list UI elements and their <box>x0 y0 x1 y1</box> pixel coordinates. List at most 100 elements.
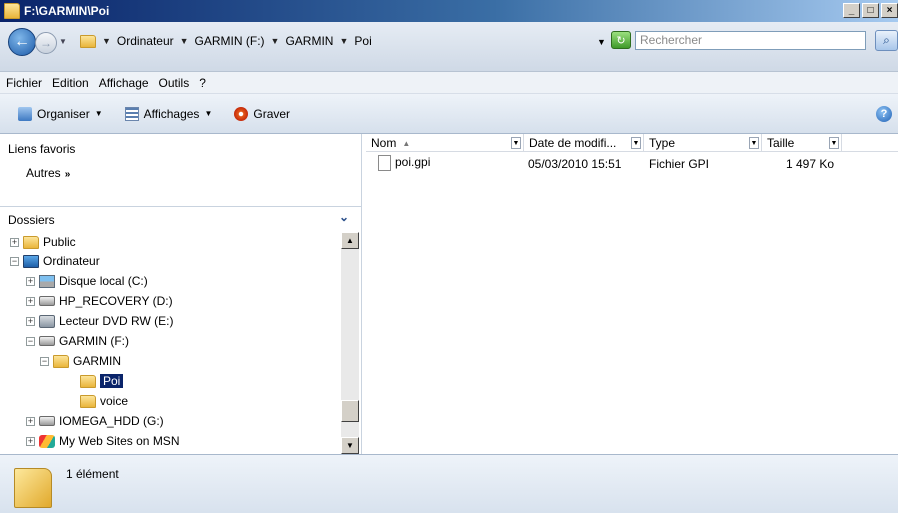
column-header-size[interactable]: Taille ▼ <box>762 134 842 152</box>
chevron-down-icon[interactable]: ▼ <box>511 137 521 149</box>
scroll-up-button[interactable]: ▲ <box>341 232 359 249</box>
tree-item-label: Disque local (C:) <box>59 274 148 288</box>
breadcrumb-item-computer[interactable]: Ordinateur <box>117 34 174 48</box>
menu-help[interactable]: ? <box>199 76 206 90</box>
folders-header[interactable]: Dossiers ⌄ <box>0 206 362 228</box>
collapse-icon[interactable]: − <box>10 256 19 266</box>
tree-item-label: Lecteur DVD RW (E:) <box>59 314 174 328</box>
collapse-icon[interactable]: − <box>40 356 49 366</box>
folder-icon <box>4 3 20 19</box>
scroll-down-button[interactable]: ▼ <box>341 437 359 454</box>
expand-icon[interactable]: + <box>26 296 35 306</box>
column-header-label: Date de modifi... <box>529 136 617 150</box>
folder-tree: + Public − Ordinateur + Disque local (C:… <box>0 232 340 454</box>
expand-icon[interactable]: + <box>26 276 35 286</box>
close-button[interactable]: × <box>881 3 898 18</box>
favorites-more-label: Autres <box>26 166 61 180</box>
folders-title: Dossiers <box>8 213 55 227</box>
favorites-title: Liens favoris <box>8 142 76 156</box>
views-icon <box>124 106 139 121</box>
scroll-thumb[interactable] <box>341 400 359 422</box>
chevron-down-icon[interactable]: ⌄ <box>339 210 349 224</box>
refresh-button[interactable]: ↻ <box>611 31 631 49</box>
expand-icon[interactable]: + <box>26 316 35 326</box>
forward-button[interactable]: → <box>35 32 57 54</box>
breadcrumb-item-drive[interactable]: GARMIN (F:) <box>195 34 265 48</box>
breadcrumb-item-poi[interactable]: Poi <box>354 34 371 48</box>
collapse-icon[interactable]: − <box>26 336 35 346</box>
tree-item-local-disk[interactable]: + Disque local (C:) <box>26 271 148 291</box>
tree-item-label: voice <box>100 394 129 408</box>
chevron-down-icon[interactable]: ▼ <box>749 137 759 149</box>
tree-item-garmin-folder[interactable]: − GARMIN <box>40 351 121 371</box>
expand-icon[interactable]: + <box>10 237 19 247</box>
folder-icon <box>80 394 96 408</box>
computer-icon <box>23 254 39 268</box>
chevron-down-icon[interactable]: ▼ <box>631 137 641 149</box>
search-input[interactable]: Rechercher <box>635 31 866 50</box>
tree-item-garmin-drive[interactable]: − GARMIN (F:) <box>26 331 129 351</box>
tree-item-dvd-drive[interactable]: + Lecteur DVD RW (E:) <box>26 311 173 331</box>
item-count: 1 élément <box>66 467 119 481</box>
folder-icon <box>14 468 52 508</box>
menu-view[interactable]: Affichage <box>99 76 149 90</box>
command-toolbar: Organiser ▼ Affichages ▼ Graver ? <box>0 94 898 134</box>
breadcrumb[interactable]: ▼ Ordinateur ▼ GARMIN (F:) ▼ GARMIN ▼ Po… <box>80 29 680 53</box>
tree-item-hp-recovery[interactable]: + HP_RECOVERY (D:) <box>26 291 173 311</box>
address-row: ← → ▼ ▼ Ordinateur ▼ GARMIN (F:) ▼ GARMI… <box>0 22 898 72</box>
details-pane: 1 élément <box>0 454 898 513</box>
window-title: F:\GARMIN\Poi <box>24 4 110 18</box>
drive-icon <box>39 296 55 306</box>
back-button[interactable]: ← <box>8 28 36 56</box>
chevron-down-icon[interactable]: ▼ <box>180 36 189 46</box>
expand-icon[interactable]: + <box>26 436 35 446</box>
address-dropdown-button[interactable]: ▼ <box>597 37 606 47</box>
burn-button[interactable]: Graver <box>234 106 290 121</box>
menu-edit[interactable]: Edition <box>52 76 89 90</box>
drive-icon <box>39 416 55 426</box>
folder-tree-scrollbar[interactable]: ▲ ▼ <box>341 232 359 454</box>
chevron-down-icon[interactable]: ▼ <box>339 36 348 46</box>
favorites-more-link[interactable]: Autres» <box>26 166 70 180</box>
chevron-down-icon[interactable]: ▼ <box>102 36 111 46</box>
column-header-label: Type <box>649 136 676 150</box>
help-icon[interactable]: ? <box>876 106 892 122</box>
title-bar: F:\GARMIN\Poi _ □ × <box>0 0 898 22</box>
tree-item-label: GARMIN <box>73 354 121 368</box>
column-header-label: Nom <box>371 136 397 150</box>
minimize-button[interactable]: _ <box>843 3 860 18</box>
organize-icon <box>18 106 32 121</box>
folder-icon <box>80 374 96 388</box>
folder-icon <box>23 235 39 249</box>
file-name-cell: poi.gpi <box>378 155 430 171</box>
local-disk-icon <box>39 274 55 288</box>
tree-item-voice[interactable]: voice <box>80 391 128 411</box>
file-type: Fichier GPI <box>649 157 710 171</box>
breadcrumb-item-garmin[interactable]: GARMIN <box>285 34 333 48</box>
file-icon <box>378 155 391 171</box>
tree-item-label: GARMIN (F:) <box>59 334 129 348</box>
chevron-down-icon[interactable]: ▼ <box>271 36 280 46</box>
menu-file[interactable]: Fichier <box>6 76 42 90</box>
search-icon: ⌕ <box>883 33 890 47</box>
tree-item-poi[interactable]: Poi <box>80 371 124 391</box>
column-header-name[interactable]: Nom ▲ ▼ <box>366 134 524 152</box>
tree-item-web-sites[interactable]: + My Web Sites on MSN <box>26 431 179 451</box>
tree-item-public[interactable]: + Public <box>10 232 76 252</box>
search-button[interactable]: ⌕ <box>875 30 898 51</box>
chevron-down-icon[interactable]: ▼ <box>829 137 839 149</box>
views-button[interactable]: Affichages ▼ <box>124 106 212 121</box>
folder-icon <box>80 34 96 48</box>
file-row[interactable]: poi.gpi 05/03/2010 15:51 Fichier GPI 1 4… <box>366 154 898 172</box>
expand-icon[interactable]: + <box>26 416 35 426</box>
column-header-date[interactable]: Date de modifi... ▼ <box>524 134 644 152</box>
organize-button[interactable]: Organiser ▼ <box>18 106 103 121</box>
window-controls: _ □ × <box>843 3 898 18</box>
tree-item-computer[interactable]: − Ordinateur <box>10 251 100 271</box>
maximize-button[interactable]: □ <box>862 3 879 18</box>
history-dropdown[interactable]: ▼ <box>59 37 67 46</box>
menu-tools[interactable]: Outils <box>159 76 190 90</box>
column-header-type[interactable]: Type ▼ <box>644 134 762 152</box>
views-label: Affichages <box>143 106 200 121</box>
tree-item-iomega[interactable]: + IOMEGA_HDD (G:) <box>26 411 164 431</box>
